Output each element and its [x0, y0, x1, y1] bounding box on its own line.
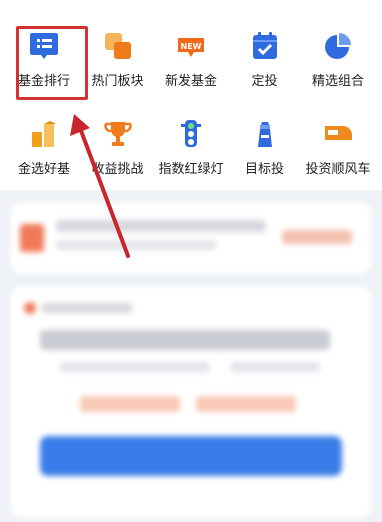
blurred-line: [56, 240, 216, 250]
blurred-promo: [196, 396, 296, 412]
menu-item-new-funds[interactable]: NEW 新发基金: [155, 26, 227, 114]
blurred-badge: [20, 224, 44, 252]
blurred-button: [40, 436, 342, 476]
blurred-dot: [24, 302, 36, 314]
highlight-box: [16, 26, 88, 100]
blurred-content: [0, 190, 382, 522]
pie-chart-icon: [322, 30, 354, 62]
menu-item-label: 精选组合: [311, 74, 364, 89]
menu-item-label: 指数红绿灯: [158, 162, 224, 177]
menu-item-index-traffic-light[interactable]: 指数红绿灯: [155, 114, 227, 202]
menu-item-investment-ride[interactable]: 投资顺风车: [302, 114, 374, 202]
menu-item-label: 金选好基: [17, 162, 70, 177]
menu-item-hot-sectors[interactable]: 热门板块: [82, 26, 154, 114]
menu-item-return-challenge[interactable]: 收益挑战: [82, 114, 154, 202]
blurred-tag: [282, 230, 352, 244]
blurred-promo: [80, 396, 180, 412]
blurred-line: [42, 303, 132, 313]
blurred-line: [56, 220, 266, 232]
blurred-heading: [40, 330, 330, 350]
train-icon: [322, 118, 354, 150]
menu-item-gold-picks[interactable]: 金选好基: [8, 114, 80, 202]
menu-item-label: 热门板块: [91, 74, 144, 89]
trophy-icon: [102, 118, 134, 150]
traffic-light-icon: [175, 118, 207, 150]
menu-item-label: 收益挑战: [91, 162, 144, 177]
menu-item-target-invest[interactable]: 目标投: [229, 114, 301, 202]
feature-row-2: 金选好基 收益挑战 指数红绿灯 目标投 投资顺风车: [8, 114, 374, 202]
menu-item-label: 新发基金: [164, 74, 217, 89]
calendar-check-icon: [249, 30, 281, 62]
svg-text:NEW: NEW: [181, 42, 202, 51]
menu-item-portfolios[interactable]: 精选组合: [302, 26, 374, 114]
blurred-line: [60, 362, 210, 372]
menu-item-label: 定投: [251, 74, 278, 89]
lighthouse-icon: [249, 118, 281, 150]
gold-bars-icon: [28, 118, 60, 150]
menu-item-auto-invest[interactable]: 定投: [229, 26, 301, 114]
menu-item-label: 目标投: [244, 162, 284, 177]
menu-item-label: 投资顺风车: [305, 162, 371, 177]
blurred-card: [10, 286, 372, 518]
new-badge-icon: NEW: [175, 30, 207, 62]
blocks-icon: [102, 30, 134, 62]
blurred-line: [230, 362, 320, 372]
